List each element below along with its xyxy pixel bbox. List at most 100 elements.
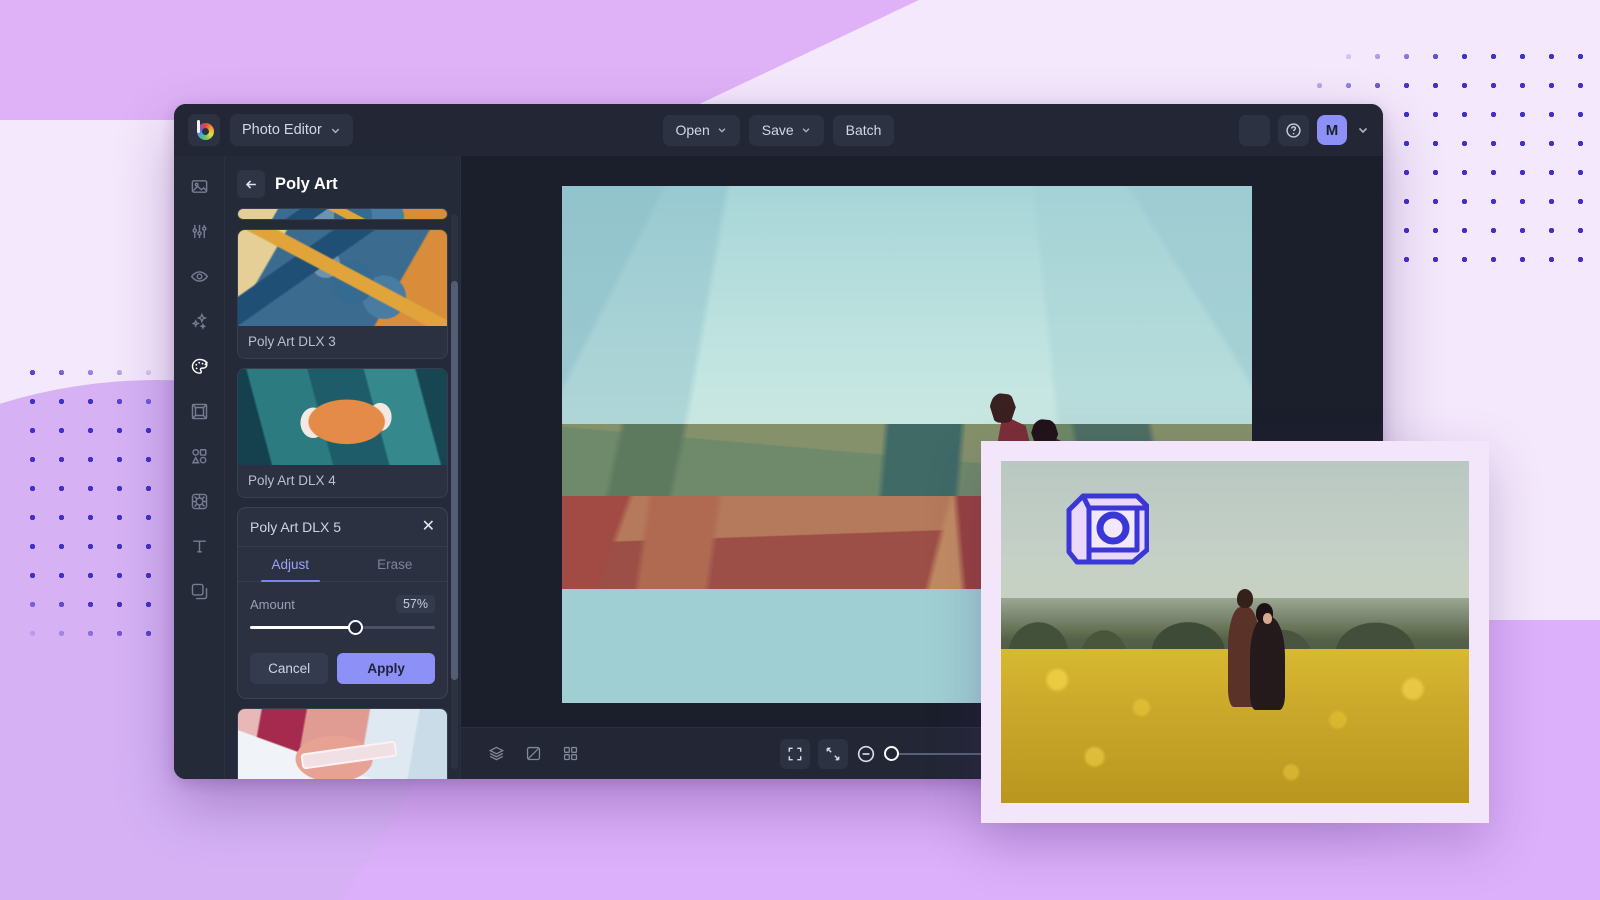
chevron-down-icon xyxy=(718,128,726,133)
apply-button[interactable]: Apply xyxy=(337,653,435,684)
filter-card-poly-art-dlx-4[interactable]: Poly Art DLX 4 xyxy=(237,368,448,498)
sparkles-icon xyxy=(190,312,207,330)
feedback-button[interactable] xyxy=(1239,114,1270,146)
close-icon[interactable]: ✕ xyxy=(422,519,435,535)
sidebar-item-edit[interactable] xyxy=(183,215,215,247)
page-title: Poly Art xyxy=(275,174,338,193)
app-header: Photo Editor Open Save Batch M xyxy=(174,104,1383,156)
filter-thumbnail xyxy=(238,709,447,779)
layers-stack-icon xyxy=(488,746,504,761)
action-buttons: Cancel Apply xyxy=(238,639,447,698)
sliders-icon xyxy=(191,224,207,238)
grid-icon xyxy=(563,746,577,761)
header-right-actions: M xyxy=(1239,114,1369,146)
compare-icon xyxy=(526,746,540,761)
camera-box-icon xyxy=(1066,493,1149,565)
slider-knob[interactable] xyxy=(348,620,364,635)
fullscreen-icon xyxy=(788,747,802,760)
tab-adjust[interactable]: Adjust xyxy=(238,547,343,582)
filter-card-partial[interactable] xyxy=(237,208,448,220)
open-button[interactable]: Open xyxy=(662,114,740,146)
chevron-down-icon xyxy=(802,128,810,133)
panel-scrollbar[interactable] xyxy=(451,214,458,769)
filter-card-poly-art-dlx-3[interactable]: Poly Art DLX 3 xyxy=(237,229,448,359)
zoom-out-button[interactable] xyxy=(856,744,876,764)
save-button[interactable]: Save xyxy=(748,114,824,146)
tool-rail xyxy=(174,156,224,779)
sidebar-item-frames[interactable] xyxy=(183,395,215,427)
original-photo xyxy=(1001,461,1469,803)
question-circle-icon xyxy=(1286,122,1301,138)
panel-header: Poly Art xyxy=(225,156,460,208)
original-photo-card xyxy=(981,441,1489,823)
arrow-left-icon xyxy=(245,179,256,189)
overlay-icon xyxy=(191,493,207,509)
chevron-down-icon xyxy=(331,128,340,133)
batch-button[interactable]: Batch xyxy=(832,114,895,146)
minus-circle-icon xyxy=(857,745,875,762)
image-icon xyxy=(191,179,207,193)
batch-label: Batch xyxy=(845,122,882,138)
filter-thumbnail xyxy=(238,369,447,465)
avatar-initial: M xyxy=(1325,121,1339,139)
sidebar-item-overlays[interactable] xyxy=(183,485,215,517)
panel-scrollbar-thumb[interactable] xyxy=(451,280,458,681)
logo-stem xyxy=(197,120,200,133)
active-filter-name: Poly Art DLX 5 xyxy=(250,519,342,535)
collapse-arrows-icon xyxy=(826,747,840,760)
photo-face xyxy=(1263,613,1273,625)
cancel-button[interactable]: Cancel xyxy=(250,653,329,684)
amount-label: Amount xyxy=(250,596,295,612)
back-button[interactable] xyxy=(237,170,265,198)
sidebar-item-artsy[interactable] xyxy=(183,350,215,382)
sidebar-item-touchup[interactable] xyxy=(183,260,215,292)
mode-selector[interactable]: Photo Editor xyxy=(230,114,353,146)
sidebar-item-image[interactable] xyxy=(183,170,215,202)
sidebar-item-text[interactable] xyxy=(183,530,215,562)
mode-label: Photo Editor xyxy=(242,122,322,138)
shrink-view-button[interactable] xyxy=(818,738,848,769)
dot-pattern-bottom-left xyxy=(18,358,186,646)
help-button[interactable] xyxy=(1278,114,1309,146)
eye-icon xyxy=(190,270,208,282)
frame-icon xyxy=(191,403,207,419)
filter-tabs: Adjust Erase xyxy=(238,546,447,582)
active-filter-panel: Poly Art DLX 5 ✕ Adjust Erase Amount 57% xyxy=(237,507,448,699)
shapes-icon xyxy=(191,448,206,463)
filter-list[interactable]: Poly Art DLX 3 Poly Art DLX 4 Poly Art D… xyxy=(225,208,460,779)
sidebar-item-layers[interactable] xyxy=(183,575,215,607)
filters-panel: Poly Art Poly Art DLX 3 Poly Art DLX 4 P… xyxy=(225,156,460,779)
active-filter-header: Poly Art DLX 5 ✕ xyxy=(238,508,447,546)
filter-label: Poly Art DLX 3 xyxy=(248,334,336,349)
amount-row: Amount 57% xyxy=(238,582,447,617)
background-shape-top xyxy=(0,0,940,120)
poly-head-left xyxy=(989,392,1016,423)
account-chevron-down-icon[interactable] xyxy=(1357,124,1369,136)
filter-thumbnail xyxy=(238,209,447,219)
filter-card-poly-art-dlx-6[interactable]: Poly Art DLX 6 xyxy=(237,708,448,779)
photo-head-left xyxy=(1237,589,1254,609)
poly-sky xyxy=(562,186,1252,455)
fit-screen-button[interactable] xyxy=(780,738,810,769)
amount-slider[interactable] xyxy=(238,617,447,639)
bottom-left-tools xyxy=(481,739,585,769)
filter-thumbnail xyxy=(238,230,447,326)
compare-button[interactable] xyxy=(518,739,548,769)
befunky-logo[interactable] xyxy=(188,114,220,146)
slider-fill xyxy=(250,626,356,629)
layers-button[interactable] xyxy=(481,739,511,769)
grid-view-button[interactable] xyxy=(555,739,585,769)
save-label: Save xyxy=(761,122,794,138)
text-icon xyxy=(192,539,206,553)
open-label: Open xyxy=(675,122,710,138)
sidebar-item-effects[interactable] xyxy=(183,305,215,337)
header-center-actions: Open Save Batch xyxy=(174,114,1383,146)
tab-erase[interactable]: Erase xyxy=(343,547,448,581)
zoom-slider-knob[interactable] xyxy=(884,746,899,761)
filter-label: Poly Art DLX 4 xyxy=(248,473,336,488)
layers-stack-icon xyxy=(191,583,207,599)
avatar[interactable]: M xyxy=(1317,115,1347,145)
chat-bubble-icon xyxy=(1247,122,1263,138)
sidebar-item-graphics[interactable] xyxy=(183,440,215,472)
palette-icon xyxy=(191,358,208,374)
